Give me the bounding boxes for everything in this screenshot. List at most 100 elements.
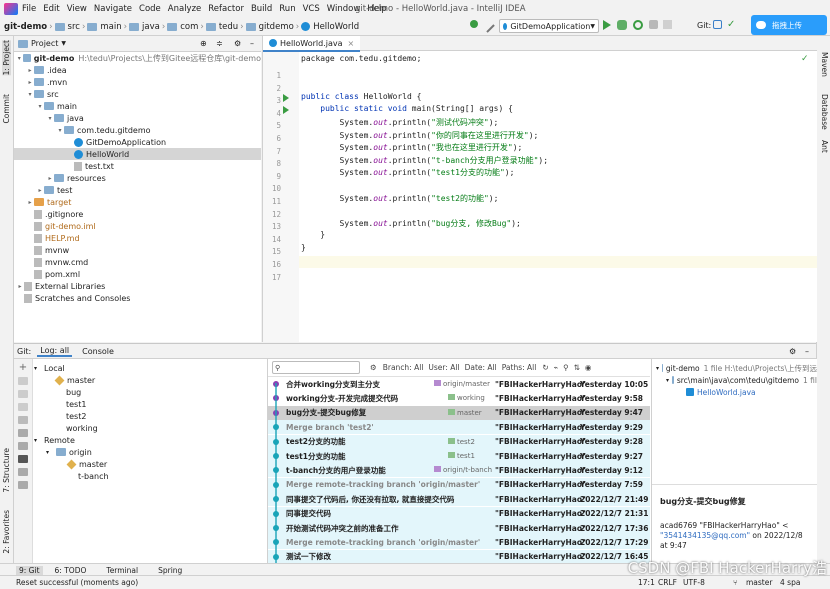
tree-node[interactable]: ▸ .idea xyxy=(14,64,261,76)
run-gutter-icon[interactable] xyxy=(283,106,289,115)
gear-icon[interactable]: ⚙ xyxy=(789,347,796,356)
tree-node[interactable]: test.txt xyxy=(14,160,261,172)
menu-file[interactable]: File xyxy=(22,4,36,14)
breadcrumb-item[interactable]: src xyxy=(68,22,80,32)
code-line[interactable]: public static void main(String[] args) { xyxy=(301,104,513,113)
tree-node[interactable]: pom.xml xyxy=(14,268,261,280)
breadcrumb-item[interactable]: main xyxy=(100,22,121,32)
chevron-right-icon[interactable]: ▸ xyxy=(46,175,54,182)
star-icon[interactable] xyxy=(18,416,28,424)
branch-item[interactable]: bug xyxy=(32,386,266,398)
branch-item[interactable]: master xyxy=(32,374,266,386)
filter-date[interactable]: Date: All xyxy=(465,363,497,372)
changed-files-path[interactable]: ▾ src\main\java\com\tedu\gitdemo 1 fil xyxy=(652,374,817,386)
tool-tab-git[interactable]: 9: Git xyxy=(16,565,43,575)
tool-window-database[interactable]: Database xyxy=(820,94,829,130)
code-line[interactable]: System.out.println("test1分支的功能"); xyxy=(301,167,515,178)
coverage-icon[interactable] xyxy=(633,20,643,30)
delete-icon[interactable] xyxy=(18,403,28,411)
branch-item[interactable]: ▾ Remote xyxy=(32,434,266,446)
git-branch-icon[interactable]: ⑂ xyxy=(733,578,738,587)
collapse-icon[interactable] xyxy=(18,481,28,489)
code-line[interactable]: } xyxy=(301,243,306,252)
menu-refactor[interactable]: Refactor xyxy=(208,4,244,14)
menu-navigate[interactable]: Navigate xyxy=(94,4,132,14)
project-panel-title[interactable]: Project xyxy=(31,39,58,48)
commit-row[interactable]: Merge remote-tracking branch 'origin/mas… xyxy=(268,477,650,492)
tool-tab-spring[interactable]: Spring xyxy=(158,566,182,575)
caret-position[interactable]: 17:1 xyxy=(638,578,655,587)
commit-row[interactable]: Merge branch 'test2' "FBIHackerHarryHao" Y… xyxy=(268,420,650,435)
commit-row[interactable]: test1分支的功能 test1 "FBIHackerHarryHao" Yester… xyxy=(268,449,650,463)
upload-button[interactable]: 拖拽上传 xyxy=(751,15,827,35)
breadcrumb-item[interactable]: java xyxy=(142,22,160,32)
chevron-right-icon[interactable]: ▸ xyxy=(26,199,34,206)
code-line[interactable]: System.out.println("bug分支, 修改Bug"); xyxy=(301,218,521,229)
tab-console[interactable]: Console xyxy=(82,347,114,356)
tree-node[interactable]: ▸ External Libraries xyxy=(14,280,261,292)
run-icon[interactable] xyxy=(603,20,611,30)
close-icon[interactable]: × xyxy=(348,39,355,48)
group-icon[interactable] xyxy=(18,455,28,463)
sort-icon[interactable]: ⇅ xyxy=(574,363,580,372)
chevron-down-icon[interactable]: ▾ xyxy=(26,91,34,98)
commit-row[interactable]: bug分支-提交bug修复 master "FBIHackerHarryHao" Ye… xyxy=(268,405,650,420)
back-icon[interactable] xyxy=(479,17,495,33)
changed-files-root[interactable]: ▾ git-demo 1 file H:\tedu\Projects\上传到远 xyxy=(652,362,817,374)
code-line[interactable]: System.out.println("测试代码冲突"); xyxy=(301,117,499,128)
build-hammer-icon[interactable] xyxy=(470,20,478,28)
tree-node[interactable]: ▸ target xyxy=(14,196,261,208)
menu-analyze[interactable]: Analyze xyxy=(168,4,202,14)
tool-window-favorites[interactable]: 2: Favorites xyxy=(2,510,11,554)
filter-branch[interactable]: Branch: All xyxy=(383,363,424,372)
run-config-select[interactable]: GitDemoApplication ▼ xyxy=(499,19,599,33)
commit-row[interactable]: t-banch分支的用户登录功能 origin/t-banch "FBIHacker… xyxy=(268,463,650,478)
code-line[interactable]: System.out.println("test2的功能"); xyxy=(301,193,499,204)
regex-icon[interactable]: ⚙ xyxy=(370,363,377,372)
menu-build[interactable]: Build xyxy=(251,4,272,14)
run-gutter-icon[interactable] xyxy=(283,93,289,102)
tree-node[interactable]: HELP.md xyxy=(14,232,261,244)
tree-node[interactable]: ▸ test xyxy=(14,184,261,196)
code-line[interactable]: System.out.println("你的同事在这里进行开发"); xyxy=(301,130,539,141)
editor-tab-helloworld[interactable]: HelloWorld.java × xyxy=(263,36,361,52)
tree-node[interactable]: mvnw.cmd xyxy=(14,256,261,268)
tool-window-commit[interactable]: Commit xyxy=(2,94,11,123)
chevron-right-icon[interactable]: ▸ xyxy=(36,187,44,194)
tree-node[interactable]: Scratches and Consoles xyxy=(14,292,261,304)
branch-item[interactable]: master xyxy=(32,458,266,470)
breadcrumb-item[interactable]: git-demo xyxy=(4,22,47,32)
filter-user[interactable]: User: All xyxy=(428,363,459,372)
chevron-down-icon[interactable]: ▾ xyxy=(34,437,44,444)
tree-node[interactable]: ▾ main xyxy=(14,100,261,112)
eye-icon[interactable]: ◉ xyxy=(585,363,592,372)
branch-item[interactable]: working xyxy=(32,422,266,434)
line-separator[interactable]: CRLF xyxy=(658,578,677,587)
branch-item[interactable]: test2 xyxy=(32,410,266,422)
tree-node[interactable]: ▸ .mvn xyxy=(14,76,261,88)
gear-icon[interactable]: ⚙ xyxy=(234,39,241,48)
expand-icon[interactable] xyxy=(18,468,28,476)
chevron-down-icon[interactable]: ▼ xyxy=(61,40,66,47)
log-search-input[interactable]: ⚲ xyxy=(272,361,360,374)
filter-paths[interactable]: Paths: All xyxy=(502,363,537,372)
breadcrumb-item[interactable]: gitdemo xyxy=(259,22,294,32)
update-project-icon[interactable] xyxy=(713,20,722,29)
menu-code[interactable]: Code xyxy=(139,4,161,14)
tree-node[interactable]: ▾ com.tedu.gitdemo xyxy=(14,124,261,136)
branch-item[interactable]: test1 xyxy=(32,398,266,410)
tool-window-project[interactable]: 1: Project xyxy=(2,40,11,76)
menu-view[interactable]: View xyxy=(67,4,87,14)
branch-item[interactable]: ▾ origin xyxy=(32,446,266,458)
tool-tab-terminal[interactable]: Terminal xyxy=(106,566,138,575)
chevron-down-icon[interactable]: ▾ xyxy=(34,365,44,372)
graph-options-icon[interactable]: ⚲ xyxy=(563,363,569,372)
commit-row[interactable]: working分支-开发完成提交代码 working "FBIHackerHarry… xyxy=(268,391,650,405)
tool-window-ant[interactable]: Ant xyxy=(820,140,829,153)
tree-node[interactable]: .gitignore xyxy=(14,208,261,220)
refresh-icon[interactable]: ↻ xyxy=(542,363,548,372)
tool-window-maven[interactable]: Maven xyxy=(820,52,829,77)
inspection-ok-icon[interactable]: ✓ xyxy=(801,54,809,64)
git-branch[interactable]: master xyxy=(746,578,772,587)
tab-log-all[interactable]: Log: all xyxy=(37,346,73,357)
